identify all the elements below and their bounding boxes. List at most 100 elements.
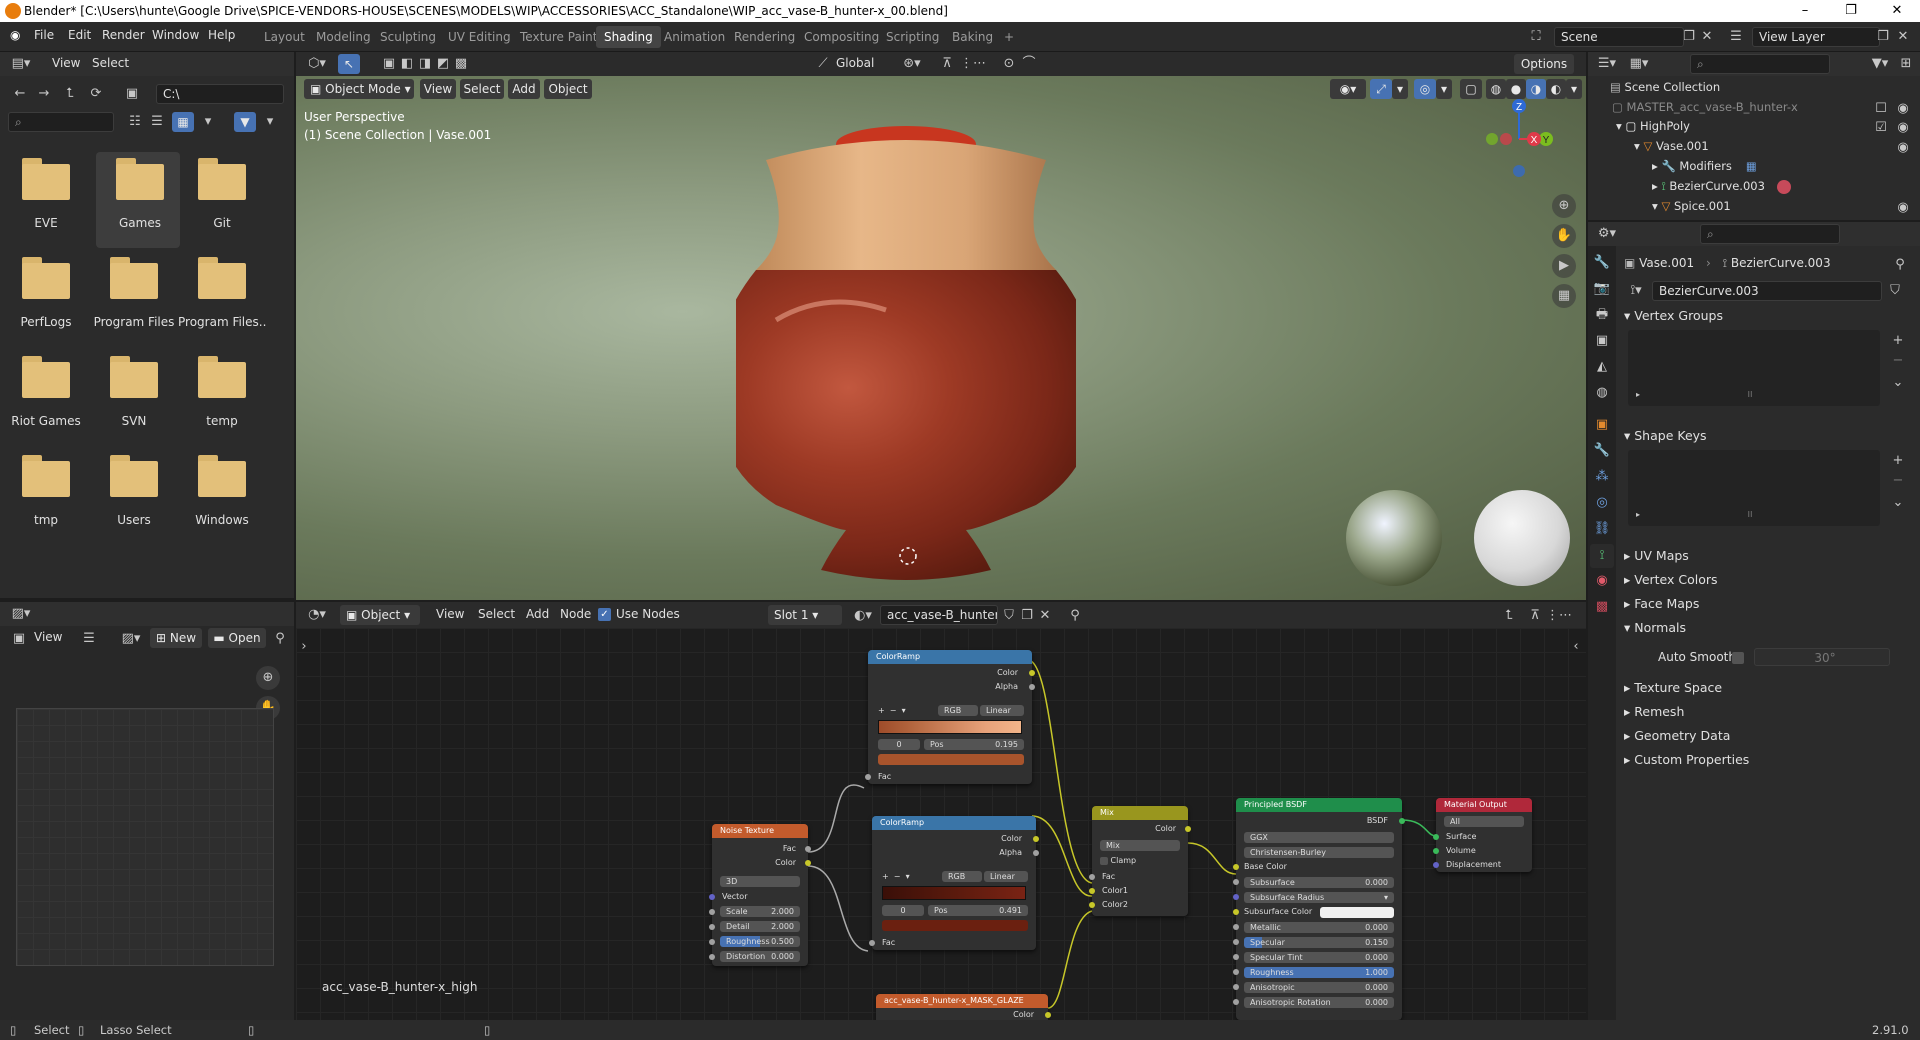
menu-help[interactable]: Help — [208, 28, 235, 42]
new-folder-icon[interactable]: ▣ — [122, 85, 142, 103]
input-roughness-socket[interactable] — [709, 939, 715, 945]
image-browse-icon[interactable]: ▨▾ — [118, 630, 144, 648]
perspective-toggle-icon[interactable]: ▦ — [1552, 284, 1576, 308]
bsdf-subsurface-radius[interactable]: Subsurface Radius ▾ — [1244, 892, 1394, 903]
bsdf-anisotropic[interactable]: Anisotropic 0.000 — [1244, 982, 1394, 993]
select-tool-icon[interactable]: ↖ — [338, 54, 360, 74]
auto-smooth-checkbox[interactable] — [1732, 652, 1744, 664]
list-horizontal-icon[interactable]: ☰ — [148, 113, 166, 131]
object-tab-icon[interactable]: ▣ — [1592, 416, 1612, 434]
menu-file[interactable]: File — [34, 28, 54, 42]
input-aniso-rotation-socket[interactable] — [1233, 999, 1239, 1005]
menu-window[interactable]: Window — [152, 28, 199, 42]
node-noise-texture[interactable]: Noise Texture Fac Color 3D Vector Scale 2… — [709, 824, 811, 966]
gizmo-toggle-icon[interactable]: ⤢ — [1370, 79, 1392, 99]
data-tab-icon[interactable]: ⟟ — [1590, 544, 1614, 568]
list-resize-handle-icon[interactable]: ⁝⁝ — [1742, 386, 1758, 404]
physics-tab-icon[interactable]: ◎ — [1592, 494, 1612, 512]
filter-icon[interactable]: ▼ — [234, 112, 256, 132]
material-tab-icon[interactable]: ◉ — [1592, 572, 1612, 590]
pin-icon[interactable]: ⚲ — [1892, 256, 1908, 274]
bsdf-specular[interactable]: Specular 0.150 — [1244, 937, 1394, 948]
tab-texture-paint[interactable]: Texture Paint — [512, 26, 605, 48]
vertex-group-menu-icon[interactable]: ⌄ — [1890, 374, 1906, 392]
input-roughness-socket[interactable] — [1233, 969, 1239, 975]
node-material-output[interactable]: Material Output All Surface Volume Displ… — [1433, 798, 1532, 872]
input-sss-color-socket[interactable] — [1233, 909, 1239, 915]
noise-detail[interactable]: Detail 2.000 — [720, 921, 800, 932]
select-subtract-icon[interactable]: ◨ — [416, 55, 434, 73]
viewport-view-menu[interactable]: View — [420, 79, 456, 99]
list-resize-handle-icon[interactable]: ⁝⁝ — [1742, 506, 1758, 524]
output-alpha-socket[interactable] — [1033, 850, 1039, 856]
expand-filter-icon[interactable]: ▸ — [1632, 506, 1644, 524]
node-node-menu[interactable]: Node — [560, 607, 591, 621]
display-mode-icon[interactable]: ▦▾ — [1626, 55, 1652, 73]
material-copy-icon[interactable]: ❐ — [1018, 607, 1036, 625]
input-fac-socket[interactable] — [869, 940, 875, 946]
forward-icon[interactable]: → — [34, 85, 54, 103]
bsdf-subsurface-method[interactable]: Christensen-Burley — [1244, 847, 1394, 858]
bsdf-subsurface[interactable]: Subsurface 0.000 — [1244, 877, 1394, 888]
list-vertical-icon[interactable]: ☷ — [126, 113, 144, 131]
view-layer-browse-icon[interactable]: ☰ — [1724, 28, 1748, 46]
select-invert-icon[interactable]: ◩ — [434, 55, 452, 73]
output-color-socket[interactable] — [1033, 836, 1039, 842]
output-target[interactable]: All — [1444, 816, 1524, 827]
folder-tmp[interactable]: tmp — [2, 449, 86, 545]
shape-key-menu-icon[interactable]: ⌄ — [1890, 494, 1906, 512]
tab-layout[interactable]: Layout — [256, 26, 313, 48]
tab-shading[interactable]: Shading — [596, 26, 661, 48]
tab-sculpting[interactable]: Sculpting — [372, 26, 444, 48]
panel-face-maps[interactable]: ▸ Face Maps — [1624, 596, 1699, 611]
node-mix[interactable]: Mix Color Mix Clamp Fac Color1 Color2 — [1089, 806, 1191, 916]
folder-program-files-x86[interactable]: Program Files... — [178, 251, 266, 347]
panel-vertex-groups[interactable]: ▾ Vertex Groups — [1624, 308, 1723, 323]
tab-compositing[interactable]: Compositing — [796, 26, 887, 48]
panel-geometry-data[interactable]: ▸ Geometry Data — [1624, 728, 1730, 743]
outliner-row-spice[interactable]: ▾ ▽ Spice.001 — [1652, 199, 1731, 213]
datablock-browse-icon[interactable]: ⟟▾ — [1622, 282, 1650, 300]
toolbar-toggle-icon[interactable]: › — [298, 638, 310, 656]
input-displacement-socket[interactable] — [1433, 862, 1439, 868]
exclude-checkbox[interactable]: ☑ — [1874, 119, 1888, 137]
world-tab-icon[interactable]: ◍ — [1592, 384, 1612, 402]
menu-edit[interactable]: Edit — [68, 28, 91, 42]
scene-tab-icon[interactable]: ◭ — [1592, 358, 1612, 376]
proportional-edit-icon[interactable]: ⊙ — [1000, 55, 1018, 73]
mix-blend-mode[interactable]: Mix — [1100, 840, 1180, 851]
node-view-menu[interactable]: View — [436, 607, 464, 621]
image-new-button[interactable]: ⊞ New — [150, 628, 202, 648]
scene-new-icon[interactable]: ❐ — [1680, 28, 1698, 46]
zoom-icon[interactable]: ⊕ — [256, 666, 280, 690]
particles-tab-icon[interactable]: ⁂ — [1592, 468, 1612, 486]
visibility-eye-icon[interactable]: ◉ — [1896, 139, 1910, 157]
parent-dir-icon[interactable]: ⮤ — [60, 85, 80, 103]
ramp-color-mode[interactable]: RGB — [938, 705, 978, 716]
image-editor-type-icon[interactable]: ▣ — [10, 630, 28, 648]
fake-user-shield-icon[interactable]: ⛉ — [1886, 282, 1904, 300]
noise-dimensions[interactable]: 3D — [720, 876, 800, 887]
expand-filter-icon[interactable]: ▸ — [1632, 386, 1644, 404]
overlays-toggle-icon[interactable]: ◎ — [1414, 79, 1436, 99]
visibility-eye-icon[interactable]: ◉ — [1896, 119, 1910, 137]
output-fac-socket[interactable] — [805, 846, 811, 852]
bsdf-anisotropic-rotation[interactable]: Anisotropic Rotation 0.000 — [1244, 997, 1394, 1008]
datablock-name-field[interactable]: BezierCurve.003 — [1652, 281, 1882, 301]
shape-keys-list[interactable]: ⁝⁝ ▸ — [1628, 450, 1880, 526]
scene-name-field[interactable]: Scene — [1554, 27, 1684, 47]
menu-render[interactable]: Render — [102, 28, 145, 42]
file-search-input[interactable]: ⌕ — [8, 112, 114, 132]
ramp-stop-index[interactable]: 0 — [882, 905, 924, 916]
output-color-socket[interactable] — [1029, 670, 1035, 676]
close-window-button[interactable]: ✕ — [1874, 0, 1920, 22]
shader-type-dropdown[interactable]: ▣ Object ▾ — [340, 605, 420, 625]
panel-uv-maps[interactable]: ▸ UV Maps — [1624, 548, 1689, 563]
tool-tab-icon[interactable]: 🔧 — [1592, 254, 1612, 272]
node-select-menu[interactable]: Select — [478, 607, 515, 621]
input-surface-socket[interactable] — [1433, 834, 1439, 840]
ramp-stop-pos[interactable]: Pos 0.195 — [924, 739, 1024, 750]
outliner-row-vase[interactable]: ▾ ▽ Vase.001 — [1634, 139, 1709, 153]
input-anisotropic-socket[interactable] — [1233, 984, 1239, 990]
image-view-menu[interactable]: View — [34, 630, 62, 644]
